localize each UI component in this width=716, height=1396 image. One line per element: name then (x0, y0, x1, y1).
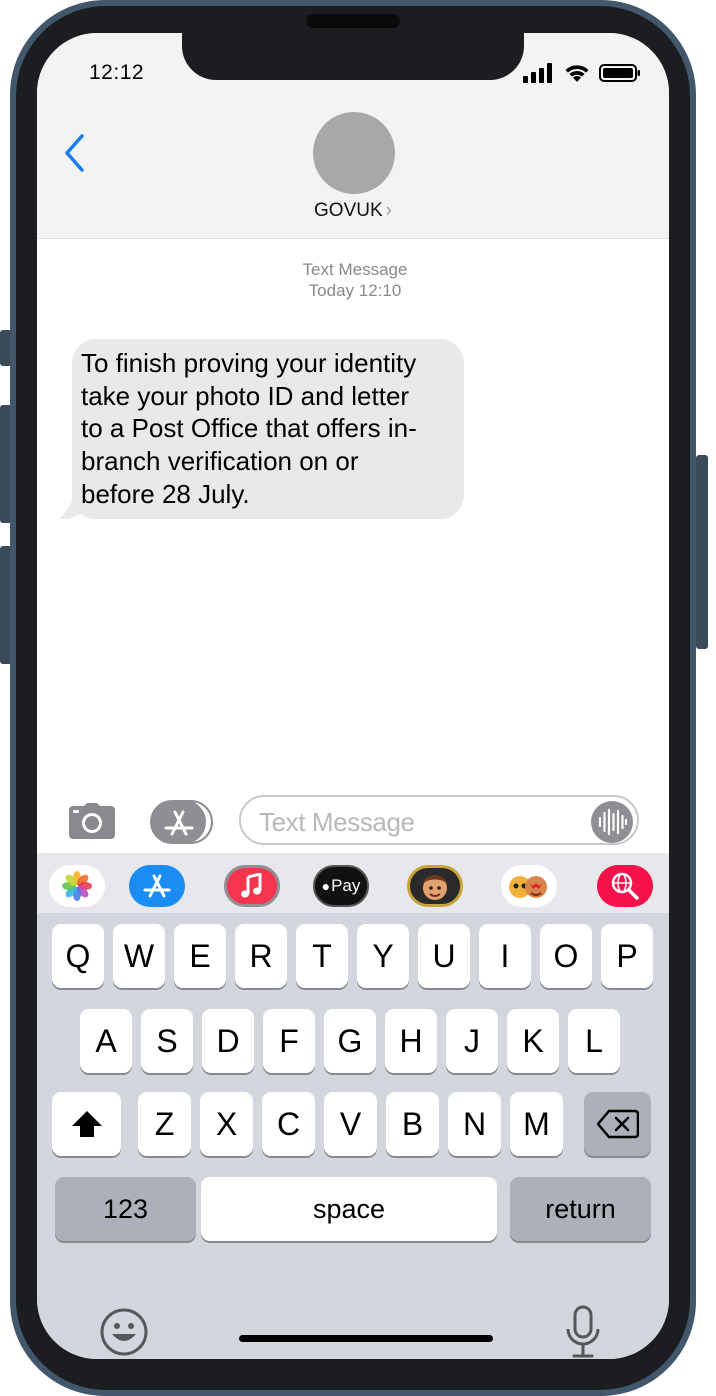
key-e[interactable]: E (174, 924, 226, 988)
emoji-icon (100, 1308, 148, 1356)
apple-pay-app-icon[interactable]: ● Pay (313, 865, 369, 907)
key-d[interactable]: D (202, 1009, 254, 1073)
key-j[interactable]: J (446, 1009, 498, 1073)
key-g[interactable]: G (324, 1009, 376, 1073)
cellular-signal-icon (523, 63, 552, 83)
key-k[interactable]: K (507, 1009, 559, 1073)
microphone-icon (566, 1305, 600, 1358)
wifi-icon (565, 65, 589, 82)
apple-logo-icon: ● (321, 878, 331, 894)
key-c[interactable]: C (262, 1092, 315, 1156)
globe-search-icon (611, 872, 639, 900)
contact-name[interactable]: GOVUK › (37, 200, 669, 222)
space-key[interactable]: space (201, 1177, 497, 1241)
audio-waveform-icon (598, 808, 628, 836)
audio-message-button[interactable] (591, 801, 633, 843)
notch (182, 20, 524, 80)
camera-button[interactable] (69, 803, 115, 844)
key-v[interactable]: V (324, 1092, 377, 1156)
memoji-stickers-app-icon[interactable] (501, 865, 557, 907)
key-z[interactable]: Z (138, 1092, 191, 1156)
key-o[interactable]: O (540, 924, 592, 988)
message-input[interactable]: Text Message (239, 795, 639, 845)
key-l[interactable]: L (568, 1009, 620, 1073)
shift-key[interactable] (52, 1092, 121, 1156)
message-bubble[interactable]: To finish proving your identity take you… (72, 339, 464, 519)
apple-pay-label: Pay (331, 876, 361, 895)
key-r[interactable]: R (235, 924, 287, 988)
earpiece-speaker (306, 14, 400, 28)
backspace-icon (596, 1109, 639, 1139)
shift-arrow-icon (71, 1111, 102, 1137)
message-line: take your photo ID and letter (81, 380, 410, 411)
dictation-button[interactable] (565, 1305, 601, 1359)
delete-key[interactable] (584, 1092, 651, 1156)
key-a[interactable]: A (80, 1009, 132, 1073)
memoji-face-icon (423, 875, 447, 900)
app-store-icon (150, 800, 213, 844)
app-drawer: ● Pay (37, 853, 669, 913)
emoji-button[interactable] (99, 1307, 149, 1359)
key-h[interactable]: H (385, 1009, 437, 1073)
memoji-stickers-icon (509, 876, 547, 898)
key-u[interactable]: U (418, 924, 470, 988)
keyboard: ● Pay Q W E R T Y U I O P A S D F G H J … (37, 853, 669, 1359)
contact-name-label: GOVUK (314, 200, 383, 221)
web-search-app-icon[interactable] (597, 865, 653, 907)
key-q[interactable]: Q (52, 924, 104, 988)
key-i[interactable]: I (479, 924, 531, 988)
key-w[interactable]: W (113, 924, 165, 988)
app-store-glyph-icon (143, 874, 171, 898)
key-f[interactable]: F (263, 1009, 315, 1073)
music-note-icon (241, 873, 262, 898)
memoji-app-icon[interactable] (407, 865, 463, 907)
key-s[interactable]: S (141, 1009, 193, 1073)
numbers-key[interactable]: 123 (55, 1177, 196, 1241)
message-line: branch verification on or (81, 446, 359, 477)
message-line: To finish proving your identity (81, 348, 417, 378)
key-p[interactable]: P (601, 924, 653, 988)
music-app-icon[interactable] (224, 865, 280, 907)
key-y[interactable]: Y (357, 924, 409, 988)
power-button (696, 455, 708, 649)
app-store-app-icon[interactable] (129, 865, 185, 907)
key-n[interactable]: N (448, 1092, 501, 1156)
battery-icon (599, 64, 640, 82)
message-timestamp: Today 12:10 (308, 281, 402, 300)
key-m[interactable]: M (510, 1092, 563, 1156)
message-line: before 28 July. (81, 478, 250, 509)
chevron-right-icon: › (385, 200, 392, 221)
key-b[interactable]: B (386, 1092, 439, 1156)
message-input-placeholder: Text Message (259, 807, 415, 837)
message-line: to a Post Office that offers in- (81, 413, 417, 444)
back-button[interactable] (63, 133, 87, 178)
app-store-button[interactable] (150, 800, 214, 849)
message-type-label: Text Message (302, 260, 408, 279)
photos-app-icon[interactable] (49, 865, 105, 907)
camera-icon (69, 803, 115, 839)
contact-avatar[interactable] (313, 112, 395, 194)
status-icons (523, 63, 641, 83)
home-indicator[interactable] (239, 1335, 493, 1342)
key-t[interactable]: T (296, 924, 348, 988)
key-x[interactable]: X (200, 1092, 253, 1156)
screen: 12:12 GOVUK › Text Message Today 12:10 T… (37, 33, 669, 1359)
return-key[interactable]: return (510, 1177, 651, 1241)
chevron-left-icon (65, 134, 84, 172)
status-time: 12:12 (89, 61, 145, 84)
photos-flower-icon (62, 871, 92, 901)
